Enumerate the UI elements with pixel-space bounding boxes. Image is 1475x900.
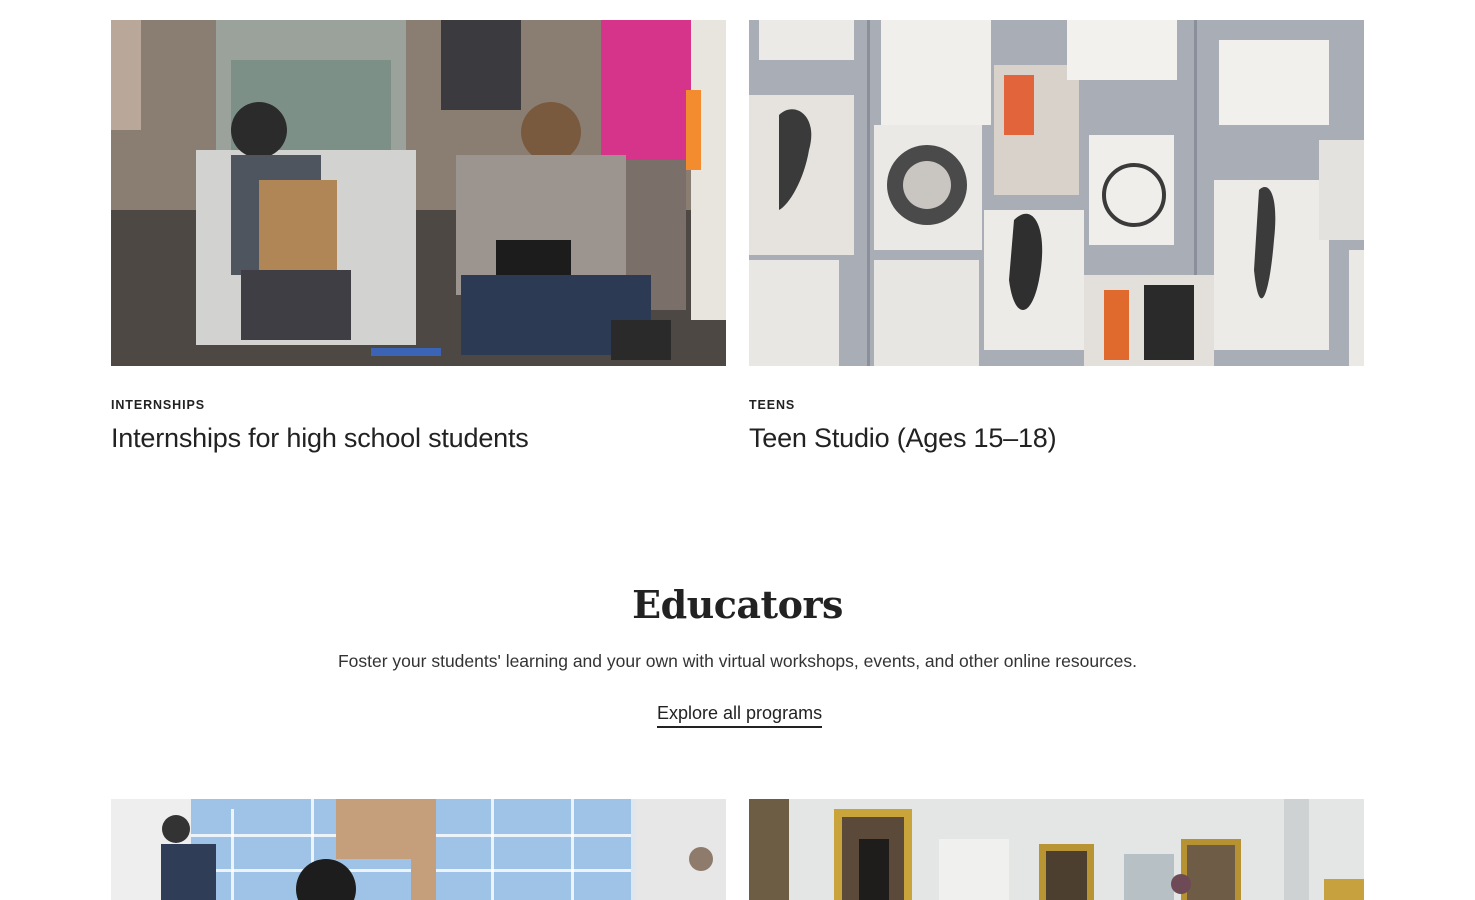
- program-card-internships[interactable]: INTERNSHIPS Internships for high school …: [111, 20, 726, 460]
- section-heading-educators: Educators: [632, 582, 843, 627]
- card-image-educators-1[interactable]: [111, 799, 726, 900]
- card-eyebrow: INTERNSHIPS: [111, 398, 205, 412]
- program-card-teens[interactable]: TEENS Teen Studio (Ages 15–18): [749, 20, 1364, 460]
- section-description: Foster your students' learning and your …: [337, 651, 1138, 671]
- card-title[interactable]: Teen Studio (Ages 15–18): [749, 423, 1057, 454]
- card-image-internships[interactable]: [111, 20, 726, 366]
- card-title[interactable]: Internships for high school students: [111, 423, 529, 454]
- explore-all-programs-link[interactable]: Explore all programs: [657, 703, 823, 728]
- card-image-teens[interactable]: [749, 20, 1364, 366]
- card-image-educators-2[interactable]: [749, 799, 1364, 900]
- program-card-educators-2[interactable]: [749, 799, 1364, 900]
- card-eyebrow: TEENS: [749, 398, 796, 412]
- program-card-educators-1[interactable]: [111, 799, 726, 900]
